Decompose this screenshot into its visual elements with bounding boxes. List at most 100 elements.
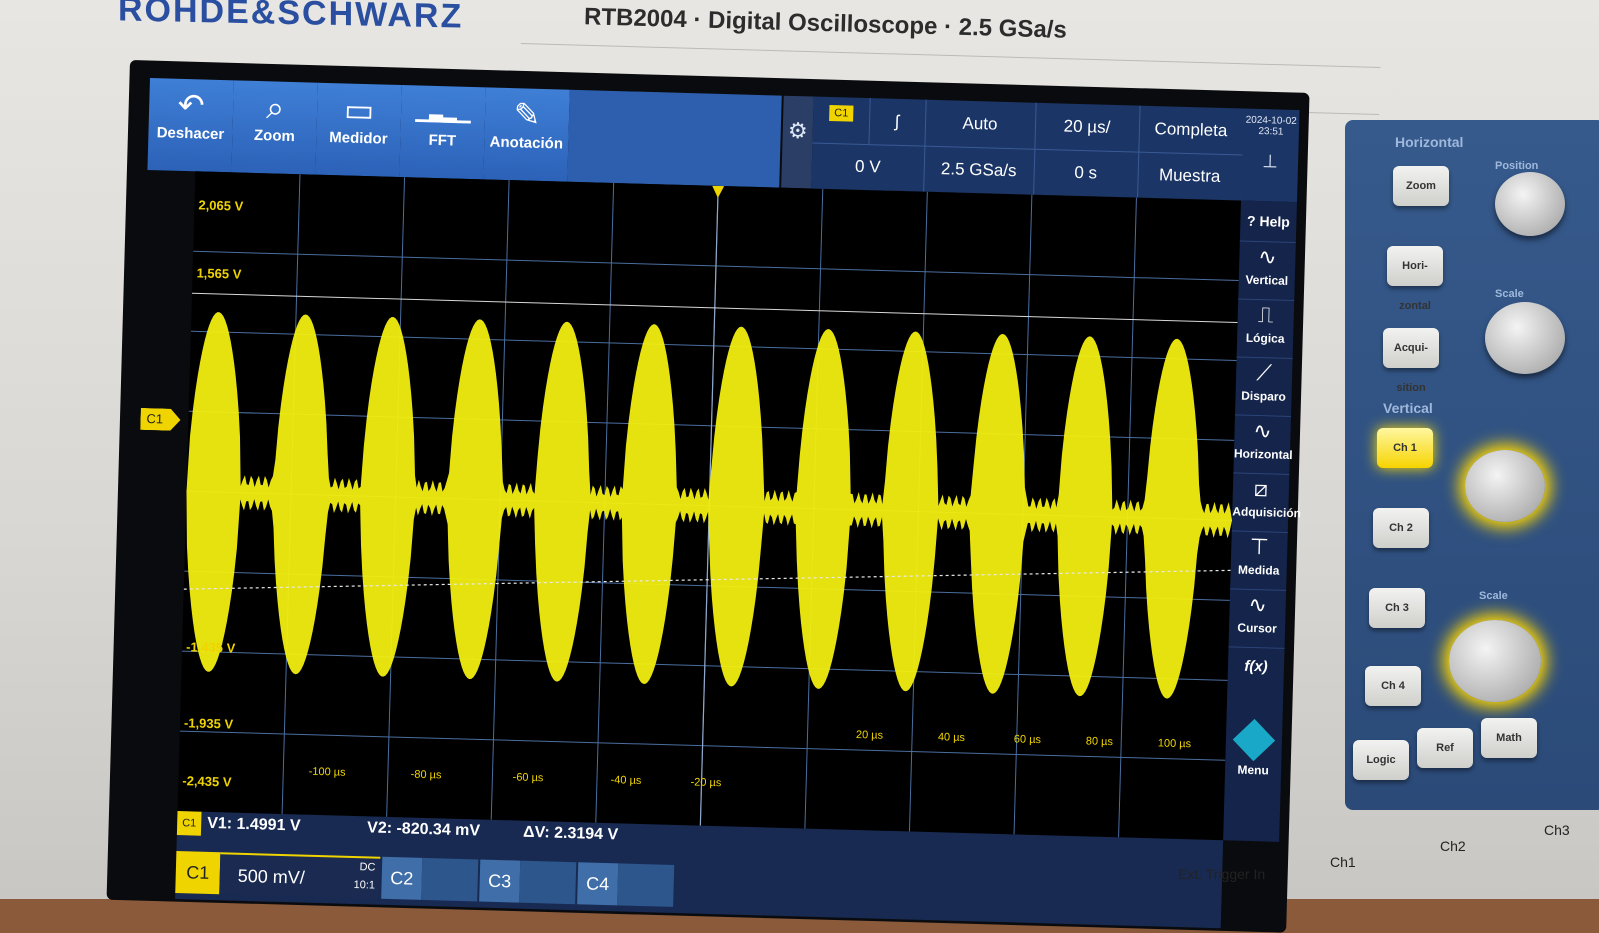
channel-tab-c3[interactable]: C3	[479, 859, 521, 903]
logic-panel-button[interactable]: Logic	[1353, 740, 1409, 780]
meter-button[interactable]: ▭ Medidor	[315, 82, 403, 178]
channel-marker[interactable]: C1	[140, 408, 181, 431]
sidebar-item-vertical[interactable]: ∿ Vertical	[1238, 240, 1296, 302]
ch2-button[interactable]: Ch 2	[1373, 508, 1429, 548]
y-axis-label: 2,065 V	[198, 197, 244, 213]
acquisition-panel-button[interactable]: Acqui-sition	[1383, 328, 1439, 394]
ch3-jack-label: Ch3	[1544, 822, 1570, 838]
vertical-icon: ∿	[1257, 244, 1278, 270]
channel-chip-cell[interactable]: C1	[812, 96, 871, 146]
vertical-label: Vertical	[1245, 272, 1289, 288]
y-axis-label: -2,435 V	[182, 773, 232, 789]
zoom-button[interactable]: ⌕ Zoom	[231, 80, 319, 175]
time-offset[interactable]: 0 s	[1033, 148, 1140, 199]
zoom-panel-button[interactable]: Zoom	[1393, 166, 1449, 206]
annotation-button[interactable]: ✎ Anotación	[483, 87, 571, 182]
horizontal-scale-label: Scale	[1495, 288, 1524, 300]
sample-mode[interactable]: Muestra	[1137, 151, 1244, 202]
waveform-trace	[186, 312, 1233, 699]
sidebar-item-cursor[interactable]: ∿ Cursor	[1228, 588, 1287, 649]
sidebar-item-help[interactable]: ? Help	[1239, 200, 1297, 244]
horizontal-panel-button[interactable]: Hori-zontal	[1387, 246, 1443, 312]
undo-label: Deshacer	[156, 124, 225, 144]
meter-label: Medidor	[328, 129, 388, 148]
settings-gear-icon[interactable]: ⚙	[781, 95, 814, 189]
vertical-position-knob[interactable]	[1465, 450, 1545, 522]
cursor-icon: ∿	[1248, 591, 1268, 618]
trigger-level[interactable]: 0 V	[811, 142, 926, 193]
ch1-jack-label: Ch1	[1330, 854, 1356, 870]
pencil-icon: ✎	[513, 96, 542, 133]
x-axis-label: -80 µs	[410, 769, 442, 782]
channel-tab-c1[interactable]: C1	[175, 851, 221, 895]
undo-button[interactable]: ↶ Deshacer	[147, 78, 235, 173]
y-axis-label: 1,565 V	[196, 265, 242, 281]
date-time: 2024-10-02 23:51 ⊥	[1241, 108, 1300, 203]
channel-scale-value: 500 mV/	[237, 865, 306, 888]
vertical-scale-knob[interactable]	[1449, 620, 1541, 702]
logic-icon: ⎍	[1257, 302, 1274, 328]
horizontal-position-knob[interactable]	[1495, 172, 1565, 236]
horizontal-scale-knob[interactable]	[1485, 302, 1565, 374]
x-axis-label: -20 µs	[690, 776, 722, 789]
acquisition-label: Adquisición	[1232, 504, 1302, 521]
zoom-label: Zoom	[253, 126, 296, 146]
channel-c4-scale[interactable]	[617, 863, 675, 907]
logic-label: Lógica	[1245, 330, 1285, 346]
help-label: Help	[1259, 213, 1291, 230]
ref-panel-button[interactable]: Ref	[1417, 728, 1473, 768]
x-axis-label: -60 µs	[512, 771, 544, 784]
x-axis-label: 60 µs	[1014, 733, 1042, 746]
x-axis-label: 100 µs	[1158, 737, 1192, 750]
toolbar-spacer	[567, 89, 782, 188]
x-axis-label: -40 µs	[610, 774, 642, 787]
trigger-mode[interactable]: Auto	[924, 99, 1037, 150]
acquisition-mode[interactable]: Completa	[1138, 105, 1245, 156]
channel-c2-scale[interactable]	[421, 857, 479, 902]
coupling-label: DC	[359, 861, 376, 874]
math-panel-button[interactable]: Math	[1481, 718, 1537, 758]
ch4-button[interactable]: Ch 4	[1365, 666, 1421, 706]
zoom-icon: ⌕	[265, 89, 285, 126]
menu-button[interactable]: Menu	[1225, 718, 1283, 782]
menu-label: Menu	[1237, 762, 1269, 778]
meter-icon: ▭	[343, 91, 375, 129]
x-axis-label: -100 µs	[309, 766, 347, 779]
ch2-jack-label: Ch2	[1440, 838, 1466, 854]
channel-tab-c2[interactable]: C2	[381, 856, 423, 900]
fft-button[interactable]: ▁▃▂▁ FFT	[399, 85, 487, 180]
measure-icon: ⊤	[1249, 533, 1270, 560]
horizontal-icon: ∿	[1253, 417, 1273, 444]
sidebar-item-trigger[interactable]: ⟋ Disparo	[1235, 356, 1293, 417]
time-scale[interactable]: 20 µs/	[1034, 102, 1141, 153]
annotation-label: Anotación	[489, 133, 564, 153]
math-label: f(x)	[1244, 657, 1268, 676]
horizontal-section-title: Horizontal	[1395, 134, 1464, 150]
sample-rate[interactable]: 2.5 GSa/s	[923, 145, 1036, 196]
x-axis-label: 80 µs	[1086, 735, 1114, 748]
measurement-v2: V2: -820.34 mV	[366, 819, 481, 840]
channel-coupling: DC 10:1	[353, 858, 375, 895]
sidebar-item-acquisition[interactable]: ⧄ Adquisición	[1231, 472, 1302, 533]
x-axis-label: 40 µs	[938, 731, 966, 744]
position-label: Position	[1495, 160, 1539, 172]
waveform-plot[interactable]: 2,065 V 1,565 V -1,435 V -1,935 V -2,435 V -1…	[177, 171, 1242, 841]
y-axis-label: -1,935 V	[184, 715, 234, 731]
ch3-button[interactable]: Ch 3	[1369, 588, 1425, 628]
sidebar-item-logic[interactable]: ⎍ Lógica	[1236, 298, 1295, 360]
sidebar-item-horizontal[interactable]: ∿ Horizontal	[1233, 414, 1293, 475]
trigger-edge[interactable]: ʃ	[868, 98, 927, 147]
time-label: 23:51	[1258, 125, 1284, 138]
sidebar-item-math[interactable]: f(x)	[1227, 646, 1284, 688]
sidebar-item-measure[interactable]: ⊤ Medida	[1230, 530, 1288, 591]
status-panel: C1 ʃ 0 V Auto 2.5 GSa/s 20 µs/ 0 s Compl…	[811, 96, 1245, 202]
trigger-icon: ⟋	[1256, 360, 1273, 386]
channel-chip: C1	[829, 104, 854, 122]
undo-icon: ↶	[177, 86, 206, 124]
ch1-button[interactable]: Ch 1	[1377, 428, 1433, 468]
y-axis-label: -1,435 V	[186, 639, 236, 655]
ext-trigger-label: Ext. Trigger In	[1178, 866, 1266, 882]
channel-c3-scale[interactable]	[519, 860, 577, 905]
horizontal-label: Horizontal	[1233, 446, 1293, 463]
help-icon: ?	[1246, 212, 1256, 229]
